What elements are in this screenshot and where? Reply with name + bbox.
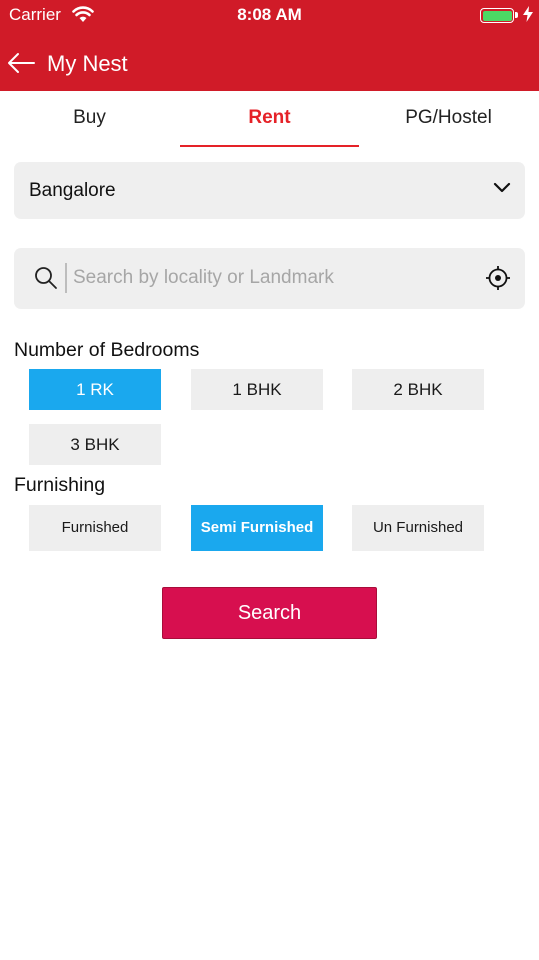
back-button[interactable] xyxy=(6,50,36,76)
bedrooms-label: Number of Bedrooms xyxy=(14,339,200,361)
bedroom-option-1bhk[interactable]: 1 BHK xyxy=(191,369,323,410)
city-value: Bangalore xyxy=(29,180,116,201)
city-dropdown[interactable]: Bangalore xyxy=(14,162,525,219)
furnishing-option-semi-furnished[interactable]: Semi Furnished xyxy=(191,505,323,551)
tab-rent[interactable]: Rent xyxy=(180,91,359,147)
battery-cap xyxy=(515,12,518,18)
status-time: 8:08 AM xyxy=(237,5,302,24)
tab-pg-hostel[interactable]: PG/Hostel xyxy=(359,91,538,147)
locality-search-box xyxy=(14,248,525,309)
crosshair-icon[interactable] xyxy=(485,265,511,291)
arrow-left-icon xyxy=(8,53,35,73)
tab-buy[interactable]: Buy xyxy=(0,91,179,147)
app-header: Carrier 8:08 AM My Nest xyxy=(0,0,539,91)
charging-icon xyxy=(523,6,533,22)
navigation-bar: My Nest xyxy=(0,40,539,88)
battery-level xyxy=(482,10,512,21)
bedroom-option-1rk[interactable]: 1 RK xyxy=(29,369,161,410)
furnishing-option-furnished[interactable]: Furnished xyxy=(29,505,161,551)
listing-type-tabs: Buy Rent PG/Hostel xyxy=(0,91,539,147)
page-title: My Nest xyxy=(47,51,128,76)
search-input[interactable] xyxy=(73,260,473,296)
active-tab-indicator xyxy=(180,145,359,147)
furnishing-label: Furnishing xyxy=(14,474,106,496)
search-icon xyxy=(35,267,57,289)
bedroom-option-2bhk[interactable]: 2 BHK xyxy=(352,369,484,410)
furnishing-option-un-furnished[interactable]: Un Furnished xyxy=(352,505,484,551)
status-bar: Carrier 8:08 AM xyxy=(0,0,539,30)
bedroom-option-3bhk[interactable]: 3 BHK xyxy=(29,424,161,465)
search-button[interactable]: Search xyxy=(162,587,377,639)
search-divider xyxy=(65,263,67,293)
chevron-down-icon xyxy=(493,182,511,193)
battery-icon xyxy=(480,8,514,23)
